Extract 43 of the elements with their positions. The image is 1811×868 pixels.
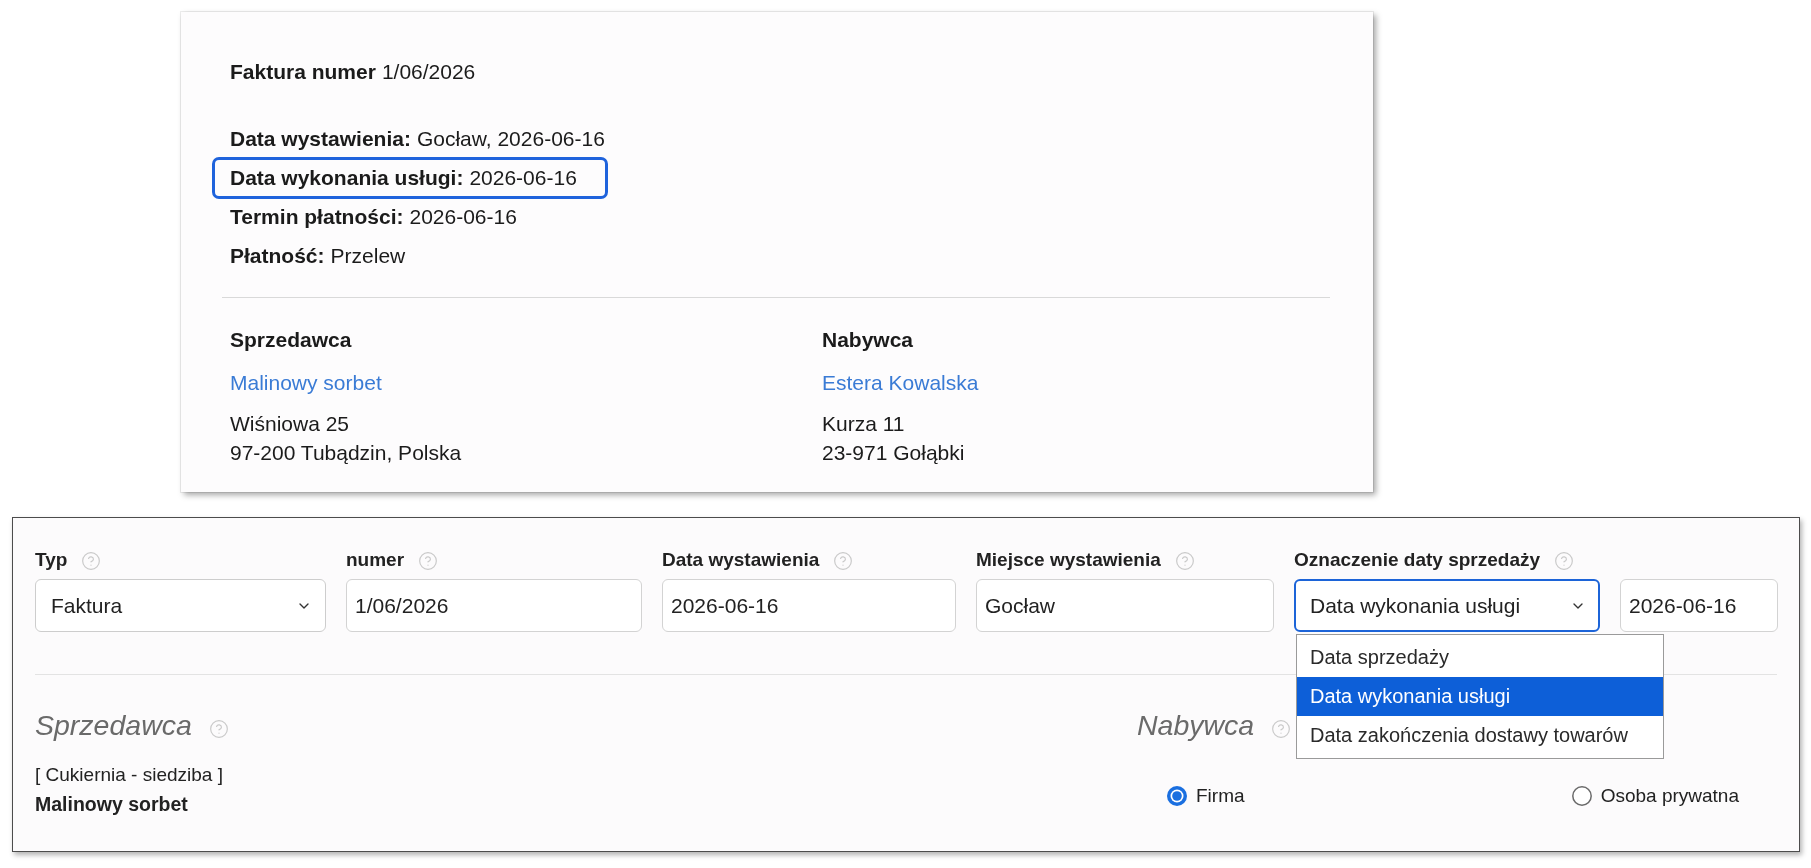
party-heading: Nabywca [822, 328, 914, 352]
field-label: Data wystawienia [662, 549, 820, 571]
dropdown-option[interactable]: Data wykonania usługi [1297, 677, 1663, 716]
help-icon[interactable] [418, 551, 439, 571]
party-address: Kurza 11 23-971 Gołąbki [822, 411, 965, 466]
input-field[interactable]: 1/06/2026 [346, 579, 642, 632]
seller-name: Malinowy sorbet [35, 792, 188, 816]
input-field[interactable]: 2026-06-16 [1620, 579, 1778, 632]
party-heading: Sprzedawca [230, 328, 352, 352]
invoice-number: 1/06/2026 [381, 60, 476, 84]
detail-value: Przelew [330, 245, 406, 267]
detail-label: Data wystawienia: [230, 128, 411, 150]
branch-label: [ Cukiernia - siedziba ] [35, 763, 223, 787]
help-icon[interactable] [1271, 719, 1292, 739]
party-name-link[interactable]: Estera Kowalska [822, 371, 979, 395]
help-icon[interactable] [81, 551, 102, 571]
help-icon[interactable] [1174, 551, 1195, 571]
select-field[interactable]: Faktura [35, 579, 326, 632]
detail-value: 2026-06-16 [409, 206, 517, 228]
radio-label[interactable]: Osoba prywatna [1600, 784, 1739, 808]
input-field[interactable]: Gocław [976, 579, 1274, 632]
help-icon[interactable] [1554, 551, 1575, 571]
detail-label: Płatność: [230, 245, 325, 267]
select-field[interactable]: Data wykonania usługi [1294, 579, 1600, 632]
detail-label: Data wykonania usługi: [230, 167, 464, 189]
input-field[interactable]: 2026-06-16 [662, 579, 956, 632]
detail-value: 2026-06-16 [469, 167, 577, 189]
field-label: numer [346, 549, 405, 571]
radio-label[interactable]: Firma [1196, 784, 1245, 808]
detail-value: Gocław, 2026-06-16 [416, 128, 605, 150]
section-heading: Nabywca [1137, 708, 1255, 742]
field-label: Typ [35, 549, 68, 571]
radio-button[interactable] [1571, 786, 1592, 806]
field-label: Oznaczenie daty sprzedaży [1294, 549, 1541, 571]
help-icon[interactable] [833, 551, 854, 571]
field-label: Miejsce wystawienia [976, 549, 1161, 571]
invoice-title-label: Faktura numer [230, 60, 376, 84]
section-heading: Sprzedawca [35, 708, 192, 742]
help-icon[interactable] [208, 719, 229, 739]
detail-label: Termin płatności: [230, 206, 404, 228]
radio-button[interactable] [1167, 786, 1187, 806]
party-name-link[interactable]: Malinowy sorbet [230, 371, 382, 395]
party-address: Wiśniowa 25 97-200 Tubądzin, Polska [230, 411, 462, 466]
